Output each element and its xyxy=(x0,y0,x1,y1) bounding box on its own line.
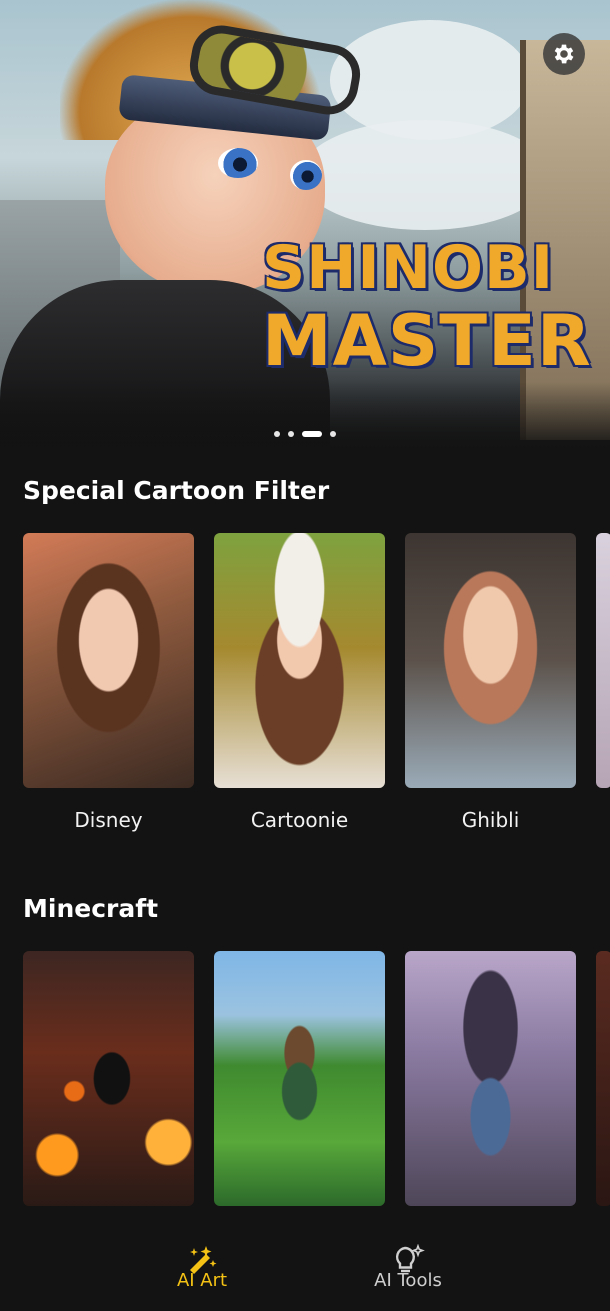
filter-label: Cartoonie xyxy=(250,808,349,832)
carousel-indicator xyxy=(0,431,610,437)
nav-tab-label: AI Tools xyxy=(374,1270,442,1291)
hero-eye-right xyxy=(290,160,322,190)
carousel-dot[interactable] xyxy=(330,431,336,437)
section-title-minecraft: Minecraft xyxy=(23,894,159,923)
hero-eye-left xyxy=(218,148,258,178)
minecraft-thumbnail[interactable] xyxy=(596,951,610,1206)
carousel-dot-active[interactable] xyxy=(302,431,322,437)
minecraft-card[interactable] xyxy=(23,951,194,1206)
hero-title-line2: MASTER xyxy=(262,300,592,382)
minecraft-thumbnail[interactable] xyxy=(23,951,194,1206)
minecraft-card[interactable] xyxy=(405,951,576,1206)
settings-button[interactable] xyxy=(543,33,585,75)
bottom-navigation: AI Art AI Tools xyxy=(0,1230,610,1311)
hero-title: SHINOBI MASTER xyxy=(262,238,610,376)
filter-thumbnail[interactable] xyxy=(405,533,576,788)
section-title-special-cartoon-filter: Special Cartoon Filter xyxy=(23,476,330,505)
minecraft-thumbnail[interactable] xyxy=(405,951,576,1206)
filter-thumbnail[interactable] xyxy=(596,533,610,788)
filter-card-cartoonie[interactable]: Cartoonie xyxy=(214,533,385,832)
cartoon-filter-row[interactable]: Disney Cartoonie Ghibli xyxy=(23,533,610,832)
filter-card-ghibli[interactable]: Ghibli xyxy=(405,533,576,832)
filter-label: Disney xyxy=(74,808,143,832)
carousel-dot[interactable] xyxy=(288,431,294,437)
hero-fade xyxy=(0,382,610,452)
filter-card-disney[interactable]: Disney xyxy=(23,533,194,832)
nav-tab-ai-tools[interactable]: AI Tools xyxy=(368,1244,448,1291)
nav-tab-label: AI Art xyxy=(176,1270,228,1291)
nav-tab-ai-art[interactable]: AI Art xyxy=(172,1244,232,1291)
filter-label: Ghibli xyxy=(461,808,520,832)
filter-thumbnail[interactable] xyxy=(23,533,194,788)
minecraft-card[interactable] xyxy=(214,951,385,1206)
minecraft-thumbnail[interactable] xyxy=(214,951,385,1206)
minecraft-card-partial[interactable] xyxy=(596,951,610,1206)
filter-thumbnail[interactable] xyxy=(214,533,385,788)
hero-cloud xyxy=(300,120,550,230)
hero-title-line1: SHINOBI xyxy=(262,233,555,303)
filter-card-partial[interactable] xyxy=(596,533,610,832)
minecraft-row[interactable] xyxy=(23,951,610,1206)
hero-banner[interactable]: SHINOBI MASTER xyxy=(0,0,610,452)
carousel-dot[interactable] xyxy=(274,431,280,437)
gear-icon xyxy=(554,44,574,64)
